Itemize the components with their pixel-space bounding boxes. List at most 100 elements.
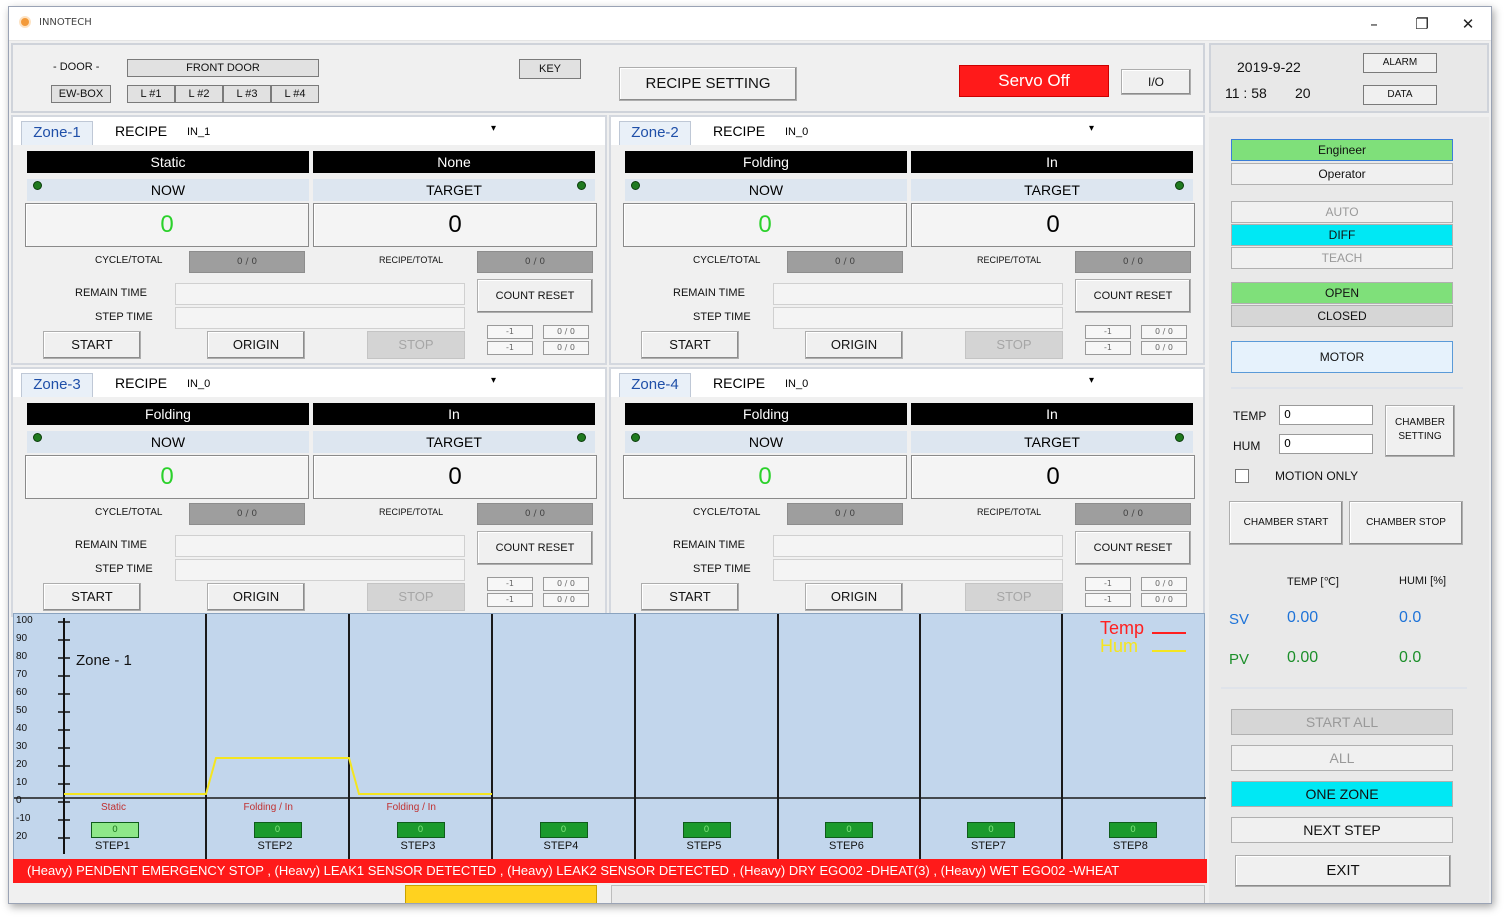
maximize-button[interactable]: ❐ — [1399, 11, 1445, 37]
stop-button[interactable]: STOP — [965, 583, 1063, 611]
stop-button[interactable]: STOP — [367, 583, 465, 611]
recipe-select[interactable]: IN_1 — [187, 126, 210, 138]
hum-input[interactable]: 0 — [1279, 434, 1373, 454]
now-header: NOW — [27, 179, 309, 201]
close-button[interactable]: ✕ — [1445, 11, 1491, 37]
motion-only-checkbox[interactable] — [1235, 469, 1249, 483]
origin-button[interactable]: ORIGIN — [207, 583, 305, 611]
step-value-box[interactable]: 0 — [539, 822, 588, 838]
step-value-box[interactable]: 0 — [91, 822, 139, 838]
front-door-button[interactable]: FRONT DOOR — [127, 59, 319, 77]
step-value-box[interactable]: 0 — [396, 822, 445, 838]
open-button[interactable]: OPEN — [1231, 282, 1453, 304]
step-value-box[interactable]: 0 — [967, 822, 1015, 838]
exit-button[interactable]: EXIT — [1235, 855, 1451, 887]
stop-button[interactable]: STOP — [367, 331, 465, 359]
status-led-icon — [631, 181, 640, 190]
cycle-total-label: CYCLE/TOTAL — [95, 255, 163, 266]
start-button[interactable]: START — [43, 583, 141, 611]
mode-right: In — [911, 403, 1193, 425]
key-button[interactable]: KEY — [519, 59, 581, 79]
zone-tab[interactable]: Zone-2 — [619, 121, 691, 145]
recipe-select[interactable]: IN_0 — [187, 378, 210, 390]
step-value-box[interactable]: 0 — [825, 822, 873, 838]
step-value-box[interactable]: 0 — [1109, 822, 1157, 838]
step-mode-label: Folding / In — [386, 802, 436, 813]
chamber-start-button[interactable]: CHAMBER START — [1229, 501, 1343, 545]
engineer-button[interactable]: Engineer — [1231, 139, 1453, 161]
zone-tab[interactable]: Zone-1 — [21, 121, 93, 145]
diff-button[interactable]: DIFF — [1231, 224, 1453, 246]
count-reset-button[interactable]: COUNT RESET — [1075, 531, 1191, 565]
operator-button[interactable]: Operator — [1231, 163, 1453, 185]
layer-1-button[interactable]: L #1 — [127, 85, 175, 103]
cycle-total-label: CYCLE/TOTAL — [693, 255, 761, 266]
step-label: STEP6 — [829, 840, 864, 852]
count-reset-button[interactable]: COUNT RESET — [477, 531, 593, 565]
ew-box-button[interactable]: EW-BOX — [51, 85, 111, 103]
stop-button[interactable]: STOP — [965, 331, 1063, 359]
temp-input[interactable]: 0 — [1279, 405, 1373, 425]
layer-4-button[interactable]: L #4 — [271, 85, 319, 103]
all-button[interactable]: ALL — [1231, 745, 1453, 771]
teach-button[interactable]: TEACH — [1231, 247, 1453, 269]
start-all-button[interactable]: START ALL — [1231, 709, 1453, 735]
zone-header: Zone-2 RECIPE IN_0 ▾ — [611, 117, 1203, 145]
count-reset-button[interactable]: COUNT RESET — [1075, 279, 1191, 313]
zone-header: Zone-3 RECIPE IN_0 ▾ — [13, 369, 605, 397]
alarm-button[interactable]: ALARM — [1363, 53, 1437, 73]
cycle-total-value: 0 / 0 — [189, 503, 305, 525]
mini-field: 0 / 0 — [543, 325, 589, 339]
alarm-marquee: (Heavy) PENDENT EMERGENCY STOP , (Heavy)… — [13, 859, 1207, 883]
io-button[interactable]: I/O — [1121, 69, 1191, 95]
target-value: 0 — [911, 203, 1195, 247]
chamber-stop-button[interactable]: CHAMBER STOP — [1349, 501, 1463, 545]
step-value-box[interactable]: 0 — [682, 822, 731, 838]
zone-tab[interactable]: Zone-4 — [619, 373, 691, 397]
chamber-setting-button[interactable]: CHAMBER SETTING — [1385, 405, 1455, 457]
start-button[interactable]: START — [641, 331, 739, 359]
status-led-icon — [577, 181, 586, 190]
mini-field: -1 — [487, 577, 533, 591]
closed-button[interactable]: CLOSED — [1231, 305, 1453, 327]
data-button[interactable]: DATA — [1363, 85, 1437, 105]
auto-button[interactable]: AUTO — [1231, 201, 1453, 223]
recipe-total-value: 0 / 0 — [1075, 503, 1191, 525]
count-reset-button[interactable]: COUNT RESET — [477, 279, 593, 313]
recipe-setting-button[interactable]: RECIPE SETTING — [619, 67, 797, 101]
step-value-box[interactable]: 0 — [253, 822, 302, 838]
motor-button[interactable]: MOTOR — [1231, 341, 1453, 373]
start-button[interactable]: START — [43, 331, 141, 359]
y-tick-label: 30 — [16, 741, 28, 752]
recipe-select[interactable]: IN_0 — [785, 126, 808, 138]
recipe-total-value: 0 / 0 — [1075, 251, 1191, 273]
legend-hum-line — [1152, 650, 1186, 652]
origin-button[interactable]: ORIGIN — [207, 331, 305, 359]
zone-panel-4: Zone-4 RECIPE IN_0 ▾ Folding In NOW TARG… — [609, 367, 1205, 617]
door-label: - DOOR - — [53, 61, 100, 73]
layer-2-button[interactable]: L #2 — [175, 85, 223, 103]
layer-3-button[interactable]: L #3 — [223, 85, 271, 103]
step-label: STEP1 — [95, 840, 130, 852]
origin-button[interactable]: ORIGIN — [805, 583, 903, 611]
zone-tab[interactable]: Zone-3 — [21, 373, 93, 397]
now-header: NOW — [625, 431, 907, 453]
dropdown-arrow-icon[interactable]: ▾ — [491, 375, 496, 386]
temp-label: TEMP — [1233, 409, 1267, 423]
mode-right: In — [313, 403, 595, 425]
next-step-button[interactable]: NEXT STEP — [1231, 817, 1453, 843]
step-time-label: STEP TIME — [693, 311, 751, 323]
dropdown-arrow-icon[interactable]: ▾ — [1089, 123, 1094, 134]
dropdown-arrow-icon[interactable]: ▾ — [491, 123, 496, 134]
step-mode-label: Static — [101, 802, 127, 813]
origin-button[interactable]: ORIGIN — [805, 331, 903, 359]
recipe-label: RECIPE — [115, 375, 168, 391]
start-button[interactable]: START — [641, 583, 739, 611]
servo-off-button[interactable]: Servo Off — [959, 65, 1109, 97]
zone-panel-1: Zone-1 RECIPE IN_1 ▾ Static None NOW TAR… — [11, 115, 607, 365]
dropdown-arrow-icon[interactable]: ▾ — [1089, 375, 1094, 386]
chart-zone-label: Zone - 1 — [76, 652, 132, 669]
recipe-select[interactable]: IN_0 — [785, 378, 808, 390]
one-zone-button[interactable]: ONE ZONE — [1231, 781, 1453, 807]
minimize-button[interactable]: – — [1351, 11, 1397, 37]
